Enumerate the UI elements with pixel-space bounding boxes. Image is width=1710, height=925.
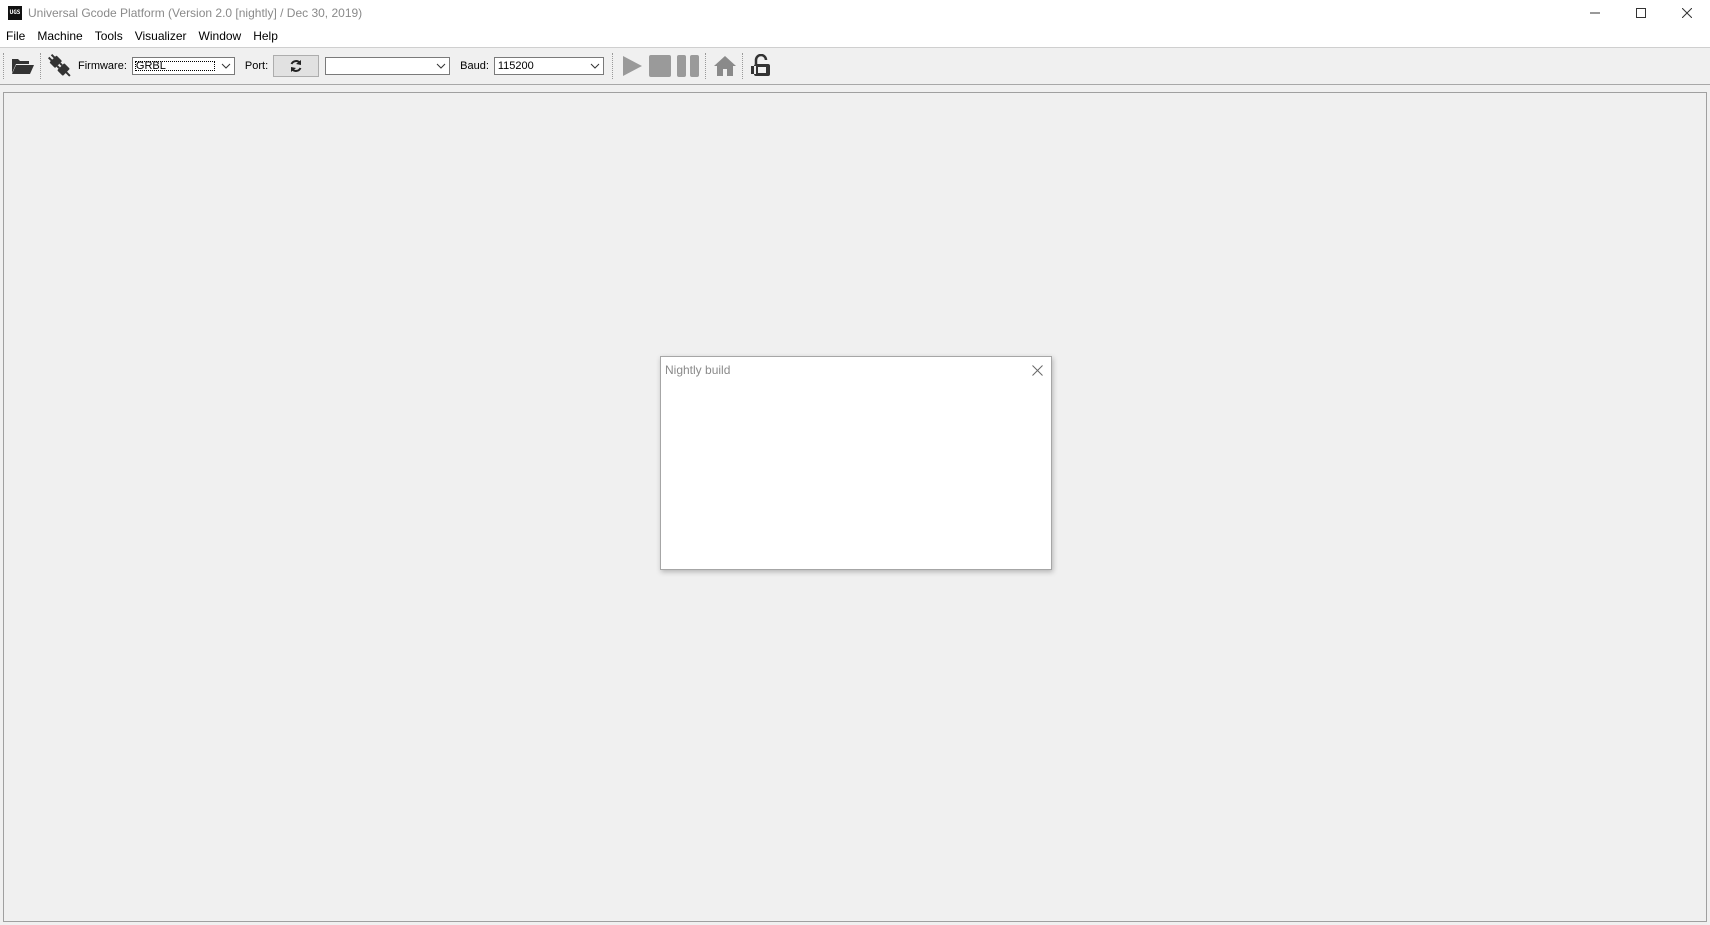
nightly-build-dialog: Nightly build	[660, 356, 1052, 570]
connect-button[interactable]	[46, 52, 74, 80]
menu-help[interactable]: Help	[247, 25, 284, 47]
maximize-icon	[1636, 7, 1646, 18]
pause-icon	[676, 55, 699, 77]
pause-button[interactable]	[674, 52, 702, 80]
toolbar-separator	[40, 53, 43, 79]
port-select[interactable]	[325, 57, 451, 75]
maximize-button[interactable]	[1618, 0, 1664, 25]
menu-window[interactable]: Window	[193, 25, 248, 47]
menu-bar: File Machine Tools Visualizer Window Hel…	[0, 25, 1710, 48]
connect-plug-icon	[48, 54, 71, 77]
menu-tools[interactable]: Tools	[89, 25, 129, 47]
open-file-button[interactable]	[9, 52, 37, 80]
dialog-title: Nightly build	[665, 363, 731, 377]
app-window: UGS Universal Gcode Platform (Version 2.…	[0, 0, 1710, 925]
dialog-close-button[interactable]	[1029, 362, 1045, 378]
play-button[interactable]	[618, 52, 646, 80]
app-logo-icon: UGS	[8, 5, 22, 20]
toolbar: Firmware: GRBL Port: Baud: 115200	[0, 48, 1710, 85]
close-icon	[1682, 7, 1692, 18]
minimize-icon	[1590, 12, 1600, 13]
stop-icon	[648, 55, 671, 77]
window-controls	[1572, 0, 1710, 25]
title-bar[interactable]: UGS Universal Gcode Platform (Version 2.…	[0, 0, 1710, 25]
firmware-label: Firmware:	[78, 60, 127, 72]
chevron-down-icon	[218, 58, 234, 74]
play-icon	[622, 56, 642, 76]
refresh-ports-button[interactable]	[273, 55, 320, 77]
unlock-button[interactable]	[748, 52, 776, 80]
toolbar-separator	[704, 53, 708, 79]
toolbar-separator	[741, 53, 745, 79]
close-window-button[interactable]	[1664, 0, 1710, 25]
toolbar-grip[interactable]	[3, 53, 6, 79]
toolbar-separator	[611, 53, 615, 79]
firmware-value: GRBL	[134, 60, 216, 72]
baud-label: Baud:	[460, 60, 489, 72]
firmware-select[interactable]: GRBL	[131, 57, 235, 75]
unlock-icon	[750, 54, 770, 76]
baud-select[interactable]: 115200	[493, 57, 604, 75]
chevron-down-icon	[433, 58, 449, 74]
home-icon	[713, 56, 736, 76]
baud-value: 115200	[497, 60, 534, 72]
menu-file[interactable]: File	[0, 25, 31, 47]
folder-open-icon	[12, 59, 34, 74]
window-title: Universal Gcode Platform (Version 2.0 [n…	[28, 5, 363, 20]
menu-visualizer[interactable]: Visualizer	[129, 25, 193, 47]
home-button[interactable]	[711, 52, 739, 80]
refresh-icon	[290, 60, 302, 72]
port-label: Port:	[244, 60, 269, 72]
stop-button[interactable]	[646, 52, 674, 80]
chevron-down-icon	[587, 58, 603, 74]
menu-machine[interactable]: Machine	[31, 25, 88, 47]
minimize-button[interactable]	[1572, 0, 1618, 25]
close-icon	[1031, 364, 1043, 376]
